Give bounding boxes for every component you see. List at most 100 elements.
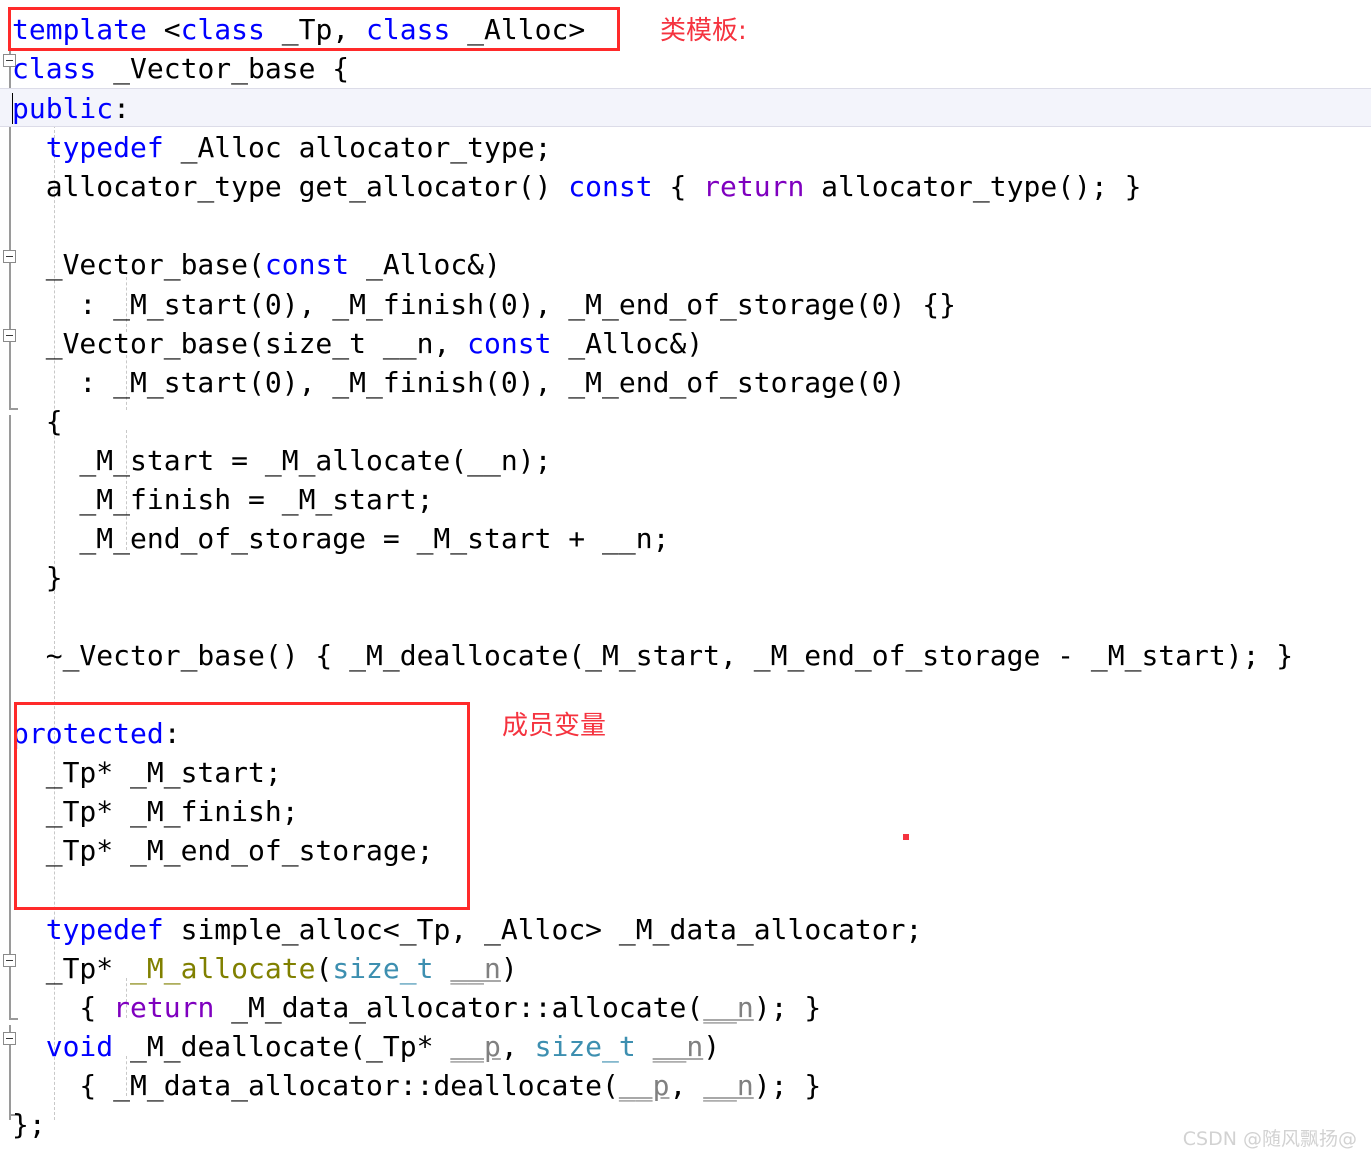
code-token-kw: void [45,1030,114,1063]
code-line-15[interactable]: } [0,558,1371,597]
code-token-plain: : [163,717,181,750]
code-line-content: } [0,558,63,597]
code-line-2[interactable]: class _Vector_base { [0,49,1371,88]
code-line-22[interactable]: _Tp* _M_end_of_storage; [0,831,1371,870]
code-editor[interactable]: template <class _Tp, class _Alloc> class … [0,0,1371,1159]
code-token-plain: < [163,13,181,46]
code-token-plain: _Tp* _M_finish; [12,795,299,828]
code-line-9[interactable]: _Vector_base(size_t __n, const _Alloc&) [0,324,1371,363]
code-token-fn: _M_allocate [130,952,316,985]
code-line-content: : _M_start(0), _M_finish(0), _M_end_of_s… [0,363,905,402]
code-token-plain: _Tp* [12,952,131,985]
code-line-content: ~_Vector_base() { _M_deallocate(_M_start… [0,636,1293,675]
code-token-plain: ) [703,1030,721,1063]
code-token-type2: size_t [534,1030,636,1063]
code-line-11[interactable]: { [0,402,1371,441]
code-token-param: __n [703,1069,754,1102]
code-token-kw: class [366,13,451,46]
code-line-10[interactable]: : _M_start(0), _M_finish(0), _M_end_of_s… [0,363,1371,402]
code-token-plain: : [113,92,131,125]
code-line-content: _Tp* _M_finish; [0,792,299,831]
code-line-content: { return _M_data_allocator::allocate(__n… [0,988,821,1027]
code-line-24[interactable]: typedef simple_alloc<_Tp, _Alloc> _M_dat… [0,910,1371,949]
code-token-kw: const [467,327,552,360]
code-token-plain: _Tp* _M_end_of_storage; [12,834,434,867]
code-token-kw: typedef [45,131,164,164]
code-line-content: _Vector_base(const _Alloc&) [0,245,501,284]
code-line-20[interactable]: _Tp* _M_start; [0,753,1371,792]
code-line-21[interactable]: _Tp* _M_finish; [0,792,1371,831]
code-line-content: _M_start = _M_allocate(__n); [0,441,551,480]
code-token-param: __n [450,952,501,985]
code-token-kw2: return [703,170,805,203]
code-token-plain: _Tp* _M_start; [12,756,282,789]
code-line-17[interactable]: ~_Vector_base() { _M_deallocate(_M_start… [0,636,1371,675]
code-line-content: _Tp* _M_allocate(size_t __n) [0,949,518,988]
code-text-area[interactable]: template <class _Tp, class _Alloc> class … [0,0,1371,1159]
code-line-4[interactable]: typedef _Alloc allocator_type; [0,128,1371,167]
code-token-param: __p [450,1030,501,1063]
code-line-6[interactable] [0,206,1371,245]
code-token-type2: size_t [332,952,434,985]
code-token-plain: _Alloc&) [349,248,501,281]
code-token-plain: { [12,405,63,438]
code-line-5[interactable]: allocator_type get_allocator() const { r… [0,167,1371,206]
code-line-27[interactable]: void _M_deallocate(_Tp* __p, size_t __n) [0,1027,1371,1066]
code-line-content: _Tp* _M_end_of_storage; [0,831,434,870]
code-token-plain: _Vector_base( [12,248,265,281]
code-token-param: __p [618,1069,670,1102]
code-token-plain: { [652,170,704,203]
code-line-content: typedef simple_alloc<_Tp, _Alloc> _M_dat… [0,910,923,949]
code-line-26[interactable]: { return _M_data_allocator::allocate(__n… [0,988,1371,1027]
code-token-plain: _Alloc> [450,13,586,46]
code-line-content: : _M_start(0), _M_finish(0), _M_end_of_s… [0,285,956,324]
code-line-25[interactable]: _Tp* _M_allocate(size_t __n) [0,949,1371,988]
code-line-content: void _M_deallocate(_Tp* __p, size_t __n) [0,1027,720,1066]
code-token-plain: _Tp, [264,13,367,46]
code-line-content: { [0,402,63,441]
code-line-8[interactable]: : _M_start(0), _M_finish(0), _M_end_of_s… [0,285,1371,324]
code-token-kw: const [264,248,350,281]
code-token-plain: simple_alloc<_Tp, _Alloc> _M_data_alloca… [163,913,923,946]
code-line-23[interactable] [0,871,1371,910]
code-line-content: }; [0,1105,46,1144]
code-line-content: public: [0,89,130,128]
code-line-14[interactable]: _M_end_of_storage = _M_start + __n; [0,519,1371,558]
code-line-29[interactable]: }; [0,1105,1371,1144]
code-line-7[interactable]: _Vector_base(const _Alloc&) [0,245,1371,284]
code-line-content: { _M_data_allocator::deallocate(__p, __n… [0,1066,821,1105]
code-line-content: protected: [0,714,181,753]
annotation-dot-stray-dot [903,834,909,840]
code-token-plain: _Alloc&) [551,327,704,360]
code-token-kw: const [568,170,653,203]
code-line-3[interactable]: public: [0,88,1371,128]
code-line-content: allocator_type get_allocator() const { r… [0,167,1142,206]
code-line-content: _M_finish = _M_start; [0,480,433,519]
code-token-plain: { _M_data_allocator::deallocate( [12,1069,619,1102]
code-token-plain: _M_end_of_storage = _M_start + __n; [12,522,670,555]
code-line-content: _Vector_base(size_t __n, const _Alloc&) [0,324,703,363]
code-token-plain: ); } [753,1069,822,1102]
code-token-kw: public [12,92,114,125]
code-line-19[interactable]: protected: [0,714,1371,753]
code-token-kw: typedef [45,913,164,946]
code-token-kw: class [12,52,97,85]
code-line-18[interactable] [0,675,1371,714]
code-token-plain: ( [315,952,333,985]
code-line-12[interactable]: _M_start = _M_allocate(__n); [0,441,1371,480]
code-token-plain: _M_data_allocator::allocate( [214,991,704,1024]
code-token-plain: _M_finish = _M_start; [12,483,434,516]
code-line-28[interactable]: { _M_data_allocator::deallocate(__p, __n… [0,1066,1371,1105]
code-token-plain: allocator_type get_allocator() [12,170,569,203]
code-token-plain: , [500,1030,535,1063]
code-line-16[interactable] [0,597,1371,636]
code-token-plain: _Alloc allocator_type; [163,131,552,164]
code-token-kw: class [180,13,265,46]
code-token-plain: _Vector_base(size_t __n, [12,327,468,360]
code-line-13[interactable]: _M_finish = _M_start; [0,480,1371,519]
code-token-plain: : _M_start(0), _M_finish(0), _M_end_of_s… [12,288,957,321]
